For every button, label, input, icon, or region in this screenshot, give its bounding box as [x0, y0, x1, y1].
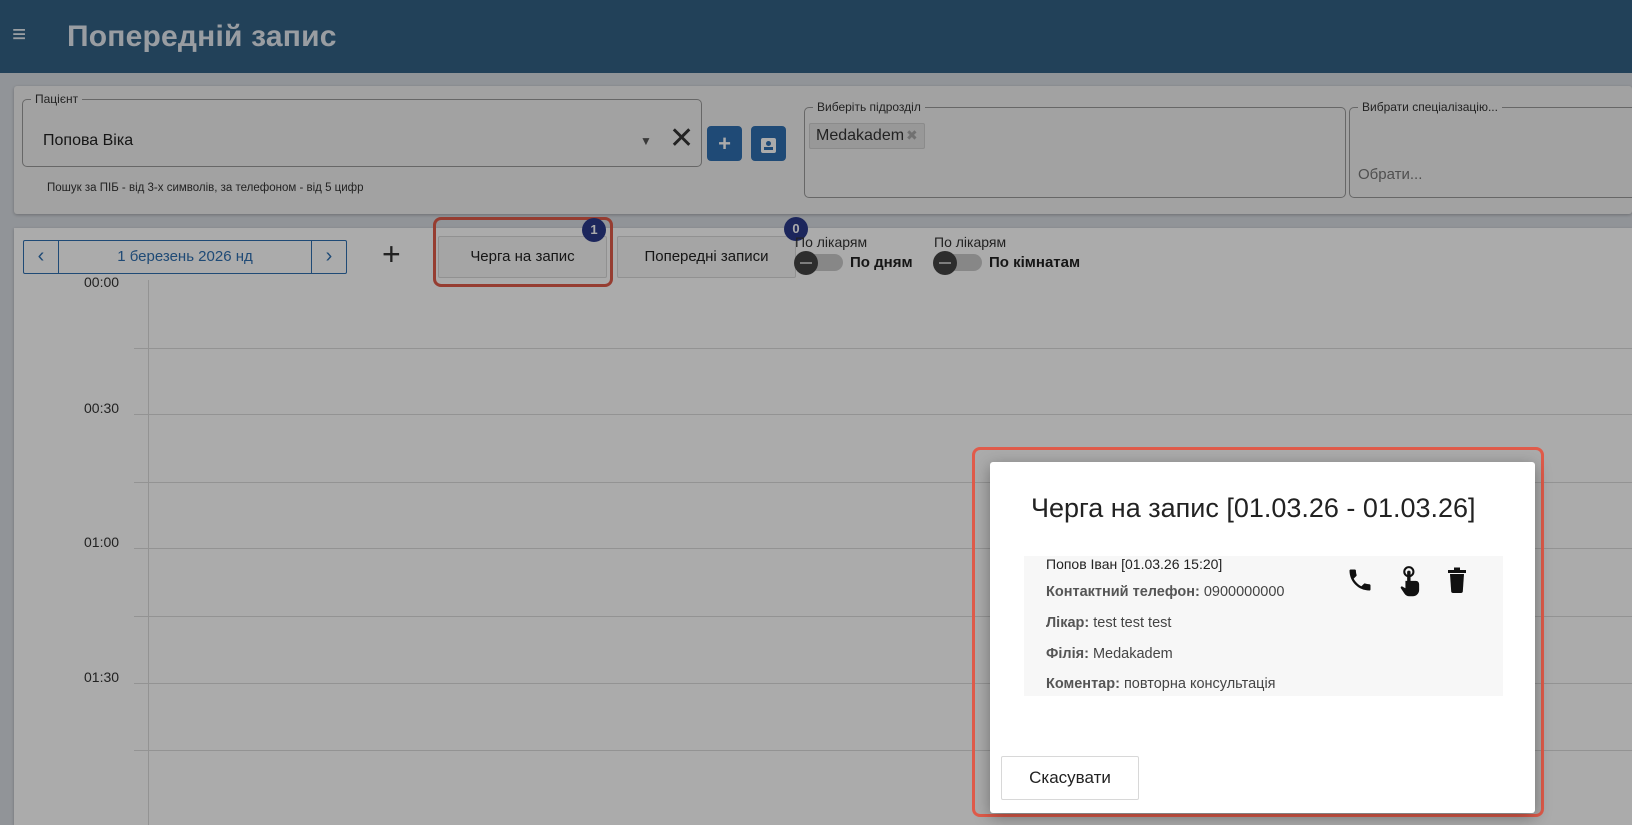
comment-value: повторна консультація — [1123, 676, 1276, 692]
entry-comment-row: Коментар: повторна консультація — [1046, 676, 1276, 692]
phone-value: 0900000000 — [1203, 584, 1285, 600]
dialog-title: Черга на запис [01.03.26 - 01.03.26] — [1031, 493, 1476, 523]
queue-entry: Попов Іван [01.03.26 15:20] Контактний т… — [1024, 556, 1503, 696]
entry-doctor-row: Лікар: test test test — [1046, 615, 1171, 631]
phone-label: Контактний телефон: — [1046, 584, 1200, 600]
doctor-label: Лікар: — [1046, 615, 1090, 631]
branch-label: Філія: — [1046, 646, 1089, 662]
entry-patient-name: Попов Іван [01.03.26 15:20] — [1046, 556, 1223, 572]
branch-value: Medakadem — [1092, 646, 1173, 662]
comment-label: Коментар: — [1046, 676, 1120, 692]
cancel-button[interactable]: Скасувати — [1001, 756, 1139, 800]
entry-phone-row: Контактний телефон: 0900000000 — [1046, 584, 1284, 600]
doctor-value: test test test — [1093, 615, 1172, 631]
touch-hand-icon[interactable] — [1396, 566, 1424, 598]
entry-branch-row: Філія: Medakadem — [1046, 646, 1173, 662]
phone-icon[interactable] — [1346, 566, 1374, 594]
queue-dialog: Черга на запис [01.03.26 - 01.03.26] Поп… — [990, 462, 1535, 813]
trash-icon[interactable] — [1445, 566, 1469, 594]
